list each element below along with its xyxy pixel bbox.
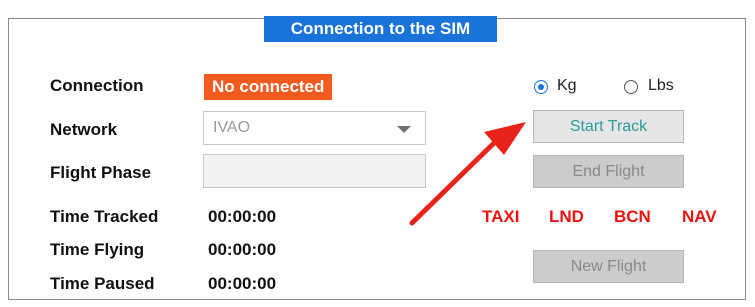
- network-label: Network: [50, 120, 118, 139]
- phase-tag-nav: NAV: [682, 207, 717, 226]
- annotation-arrow-icon: [409, 122, 526, 226]
- kg-radio-label[interactable]: Kg: [557, 77, 577, 95]
- lbs-radio[interactable]: [624, 80, 638, 94]
- time-tracked-value: 00:00:00: [208, 207, 277, 226]
- connection-status-badge: No connected: [204, 74, 333, 100]
- flight-phase-field: [203, 154, 426, 188]
- start-track-button[interactable]: Start Track: [533, 110, 684, 143]
- time-tracked-label: Time Tracked: [50, 207, 159, 226]
- connection-label: Connection: [50, 76, 144, 95]
- time-flying-label: Time Flying: [50, 240, 145, 259]
- new-flight-button: New Flight: [533, 250, 684, 283]
- network-select[interactable]: IVAO: [203, 111, 426, 145]
- time-paused-label: Time Paused: [50, 274, 155, 293]
- phase-tag-lnd: LND: [549, 207, 584, 226]
- time-flying-value: 00:00:00: [208, 240, 277, 259]
- time-paused-value: 00:00:00: [208, 274, 277, 293]
- phase-tag-bcn: BCN: [614, 207, 651, 226]
- lbs-radio-label[interactable]: Lbs: [648, 77, 674, 95]
- end-flight-button: End Flight: [533, 155, 684, 188]
- kg-radio[interactable]: [534, 80, 548, 94]
- flight-phase-label: Flight Phase: [50, 163, 152, 182]
- network-select-value: IVAO: [213, 119, 251, 136]
- panel-title: Connection to the SIM: [264, 16, 497, 42]
